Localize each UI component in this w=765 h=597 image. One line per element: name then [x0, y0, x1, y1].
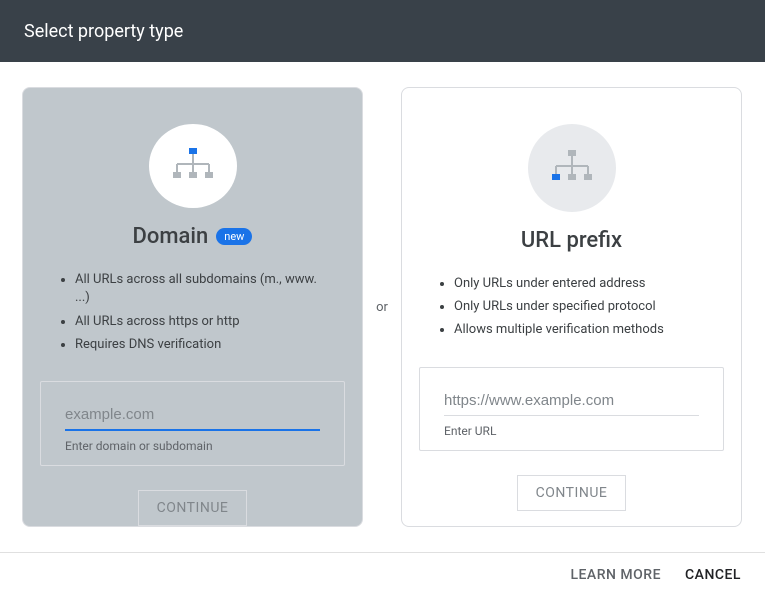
url-input-container: Enter URL [419, 367, 724, 451]
feature-item: All URLs across https or http [75, 313, 332, 331]
url-input[interactable] [444, 388, 699, 416]
or-divider: or [373, 300, 391, 315]
url-prefix-property-card[interactable]: URL prefix Only URLs under entered addre… [401, 87, 742, 527]
domain-property-card[interactable]: Domain new All URLs across all subdomain… [22, 87, 363, 527]
dialog-content: Domain new All URLs across all subdomain… [0, 62, 765, 527]
domain-card-title-row: Domain new [133, 224, 253, 249]
dialog-footer: LEARN MORE CANCEL [0, 552, 765, 597]
domain-input-container: Enter domain or subdomain [40, 381, 345, 466]
feature-item: Only URLs under entered address [454, 275, 711, 293]
domain-input[interactable] [65, 402, 320, 431]
url-sitemap-icon [528, 124, 616, 212]
domain-input-helper: Enter domain or subdomain [65, 439, 320, 453]
domain-card-title: Domain [133, 224, 209, 249]
feature-item: All URLs across all subdomains (m., www.… [75, 271, 332, 307]
feature-item: Allows multiple verification methods [454, 321, 711, 339]
feature-item: Requires DNS verification [75, 336, 332, 354]
domain-sitemap-icon [149, 124, 237, 208]
learn-more-button[interactable]: LEARN MORE [570, 567, 661, 583]
domain-continue-button[interactable]: CONTINUE [138, 490, 248, 526]
dialog-title: Select property type [24, 21, 183, 42]
url-feature-list: Only URLs under entered address Only URL… [402, 275, 741, 345]
domain-feature-list: All URLs across all subdomains (m., www.… [23, 271, 362, 359]
feature-item: Only URLs under specified protocol [454, 298, 711, 316]
url-card-title-row: URL prefix [521, 228, 622, 253]
url-card-title: URL prefix [521, 228, 622, 253]
url-continue-button[interactable]: CONTINUE [517, 475, 627, 511]
dialog-header: Select property type [0, 0, 765, 62]
url-input-helper: Enter URL [444, 424, 699, 438]
new-badge: new [216, 228, 252, 245]
cancel-button[interactable]: CANCEL [685, 567, 741, 583]
